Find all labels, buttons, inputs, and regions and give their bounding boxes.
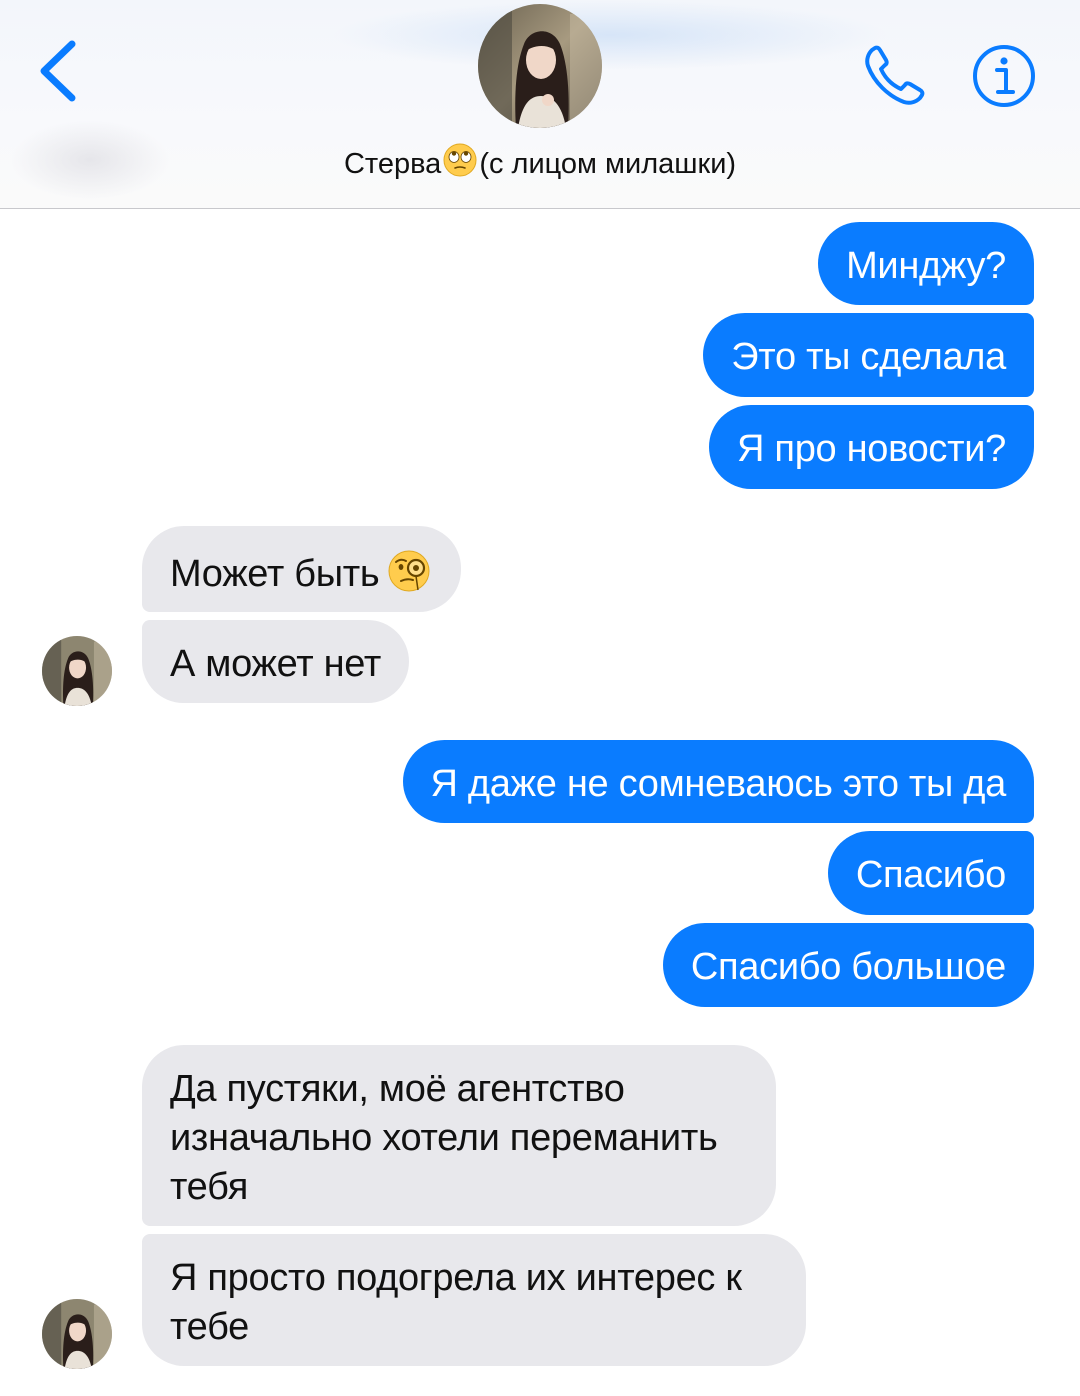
message-text: Может быть [170, 553, 380, 595]
message-text: Да пустяки, моё агентство изначально хот… [170, 1068, 718, 1208]
message-text: Я про новости? [737, 428, 1006, 470]
info-icon [973, 45, 1035, 107]
contact-name-suffix: (с лицом милашки) [479, 148, 737, 180]
message-text: Минджу? [846, 245, 1006, 287]
message-bubble-outgoing[interactable]: Минджу? [818, 222, 1034, 305]
info-button[interactable] [970, 42, 1038, 110]
message-text: Это ты сделала [731, 336, 1006, 378]
message-bubble-outgoing[interactable]: Спасибо [827, 831, 1034, 915]
sender-avatar[interactable] [42, 1299, 112, 1369]
face-with-rolling-eyes-icon [443, 143, 477, 177]
message-bubble-outgoing[interactable]: Я про новости? [709, 405, 1034, 489]
phone-icon [865, 45, 925, 105]
sender-avatar[interactable] [42, 636, 112, 706]
contact-avatar[interactable] [478, 4, 602, 128]
message-text: Спасибо [855, 854, 1006, 896]
call-button[interactable] [860, 40, 932, 110]
chat-header: Стерва (с лицом милашки) [0, 0, 1080, 209]
back-button[interactable] [34, 36, 90, 106]
contact-name-prefix: Стерва [343, 148, 442, 180]
message-text: А может нет [170, 643, 381, 685]
message-text: Я просто подогрела их интерес к тебе [170, 1257, 742, 1348]
message-text: Спасибо большое [690, 946, 1006, 988]
message-bubble-incoming[interactable]: Да пустяки, моё агентство изначально хот… [142, 1045, 776, 1226]
message-bubble-incoming[interactable]: А может нет [142, 620, 409, 703]
message-bubble-outgoing[interactable]: Это ты сделала [703, 313, 1034, 397]
message-bubble-incoming[interactable]: Может быть [142, 526, 462, 612]
message-text: Я даже не сомневаюсь это ты да [430, 763, 1007, 805]
chat-screen: Стерва (с лицом милашки) Минджу? Это ты … [0, 0, 1080, 1396]
message-bubble-outgoing[interactable]: Я даже не сомневаюсь это ты да [402, 740, 1034, 823]
chevron-left-icon [40, 40, 76, 102]
face-with-monocle-icon [388, 550, 430, 592]
message-bubble-outgoing[interactable]: Спасибо большое [662, 923, 1034, 1007]
contact-name[interactable]: Стерва (с лицом милашки) [0, 142, 1080, 181]
message-bubble-incoming[interactable]: Я просто подогрела их интерес к тебе [142, 1234, 806, 1366]
